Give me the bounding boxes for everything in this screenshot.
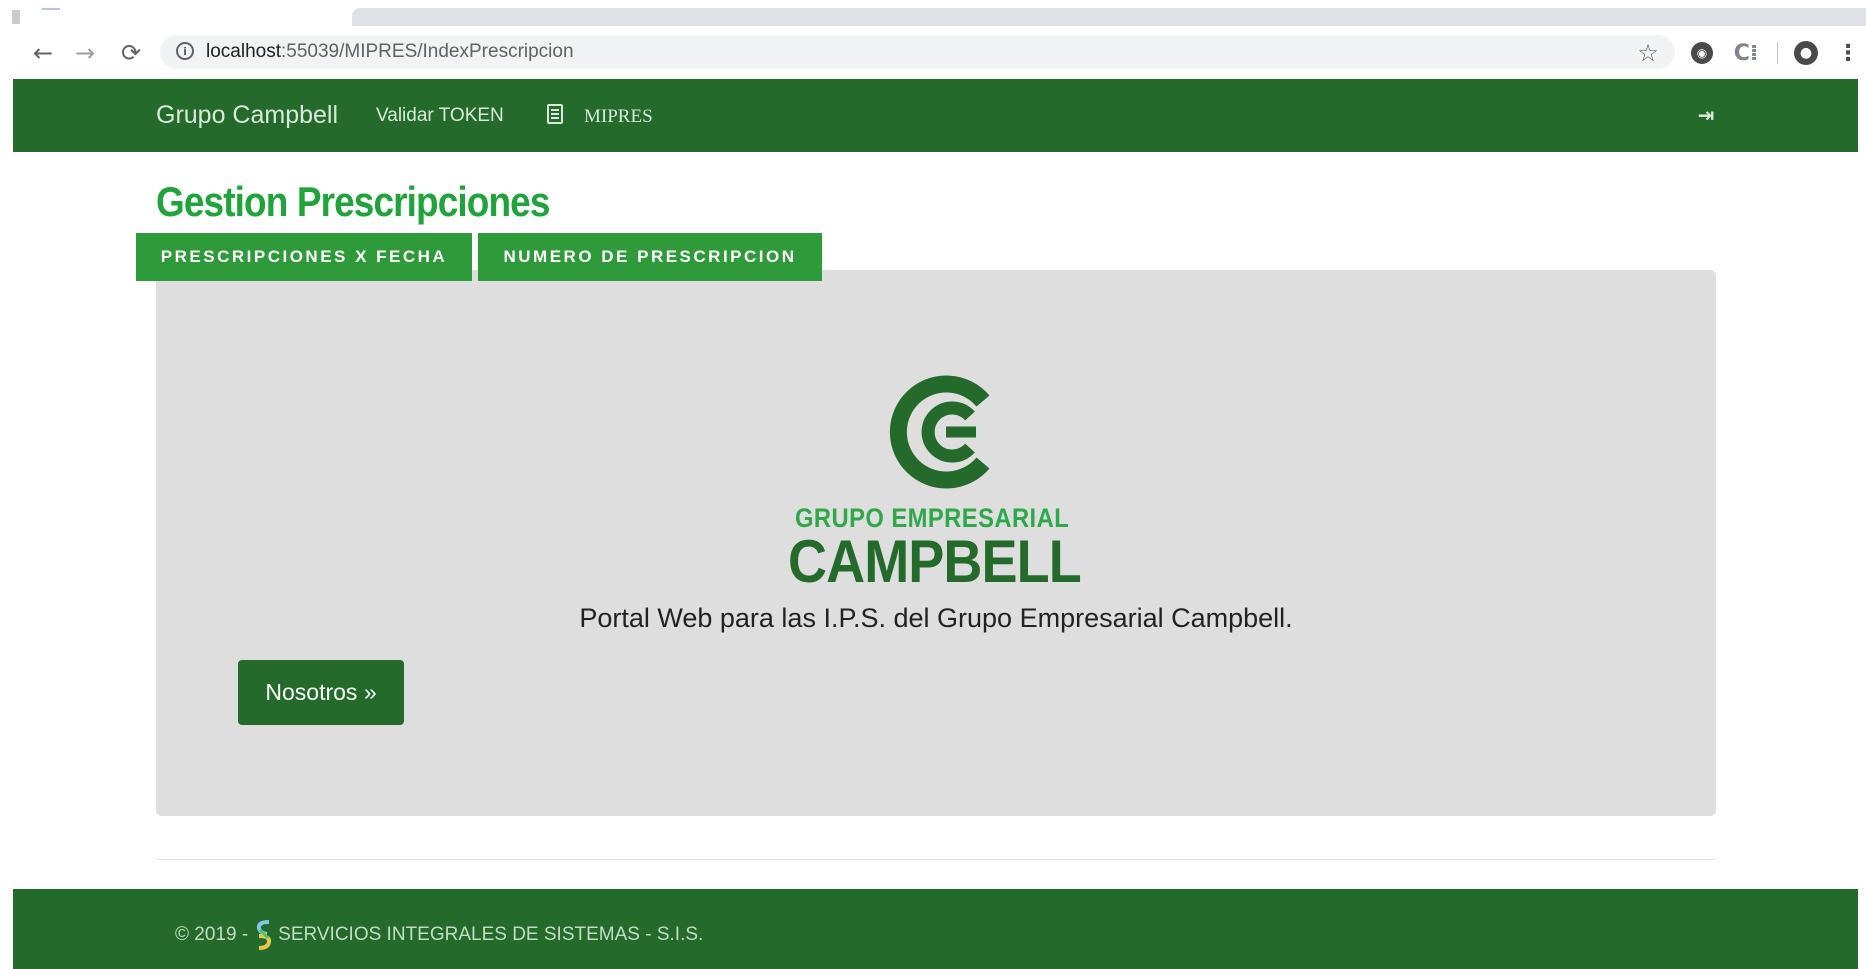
back-icon[interactable]: ← <box>28 38 58 68</box>
logo-title: CAMPBELL <box>788 528 1082 595</box>
navbar-brand[interactable]: Grupo Campbell <box>156 101 338 130</box>
forward-icon[interactable]: → <box>70 38 100 68</box>
extension-icon[interactable]: ◉ <box>1689 38 1715 68</box>
profile-icon[interactable]: ● <box>1792 38 1820 68</box>
logout-icon[interactable]: ⇥ <box>1694 103 1718 127</box>
tab-prescripciones-x-fecha[interactable]: PRESCRIPCIONES X FECHA <box>136 233 472 281</box>
copyright-text: © 2019 - <box>175 924 249 945</box>
document-list-icon <box>547 104 563 124</box>
address-url[interactable]: localhost:55039/MIPRES/IndexPrescripcion <box>206 41 574 63</box>
star-icon[interactable]: ☆ <box>1633 38 1663 68</box>
tab-numero-de-prescripcion[interactable]: NUMERO DE PRESCRIPCION <box>478 233 822 281</box>
browser-tab[interactable] <box>352 8 1866 26</box>
sis-logo-icon <box>257 920 272 950</box>
footer-divider <box>156 859 1716 860</box>
menu-icon[interactable]: ⋮ <box>1836 38 1860 68</box>
toolbar-divider <box>1777 42 1778 64</box>
footer-text: © 2019 - SERVICIOS INTEGRALES DE SISTEMA… <box>175 918 703 952</box>
page-title: Gestion Prescripciones <box>156 178 550 225</box>
nosotros-button[interactable]: Nosotros » <box>238 660 404 725</box>
footer-company: SERVICIOS INTEGRALES DE SISTEMAS - S.I.S… <box>278 924 704 945</box>
url-path: :55039/MIPRES/IndexPrescripcion <box>281 41 574 62</box>
reload-icon[interactable]: ⟳ <box>116 38 146 68</box>
url-host: localhost <box>206 41 281 62</box>
jumbotron-lead: Portal Web para las I.P.S. del Grupo Emp… <box>579 603 1293 633</box>
browser-tab-strip <box>0 0 1866 30</box>
tab-favicon <box>12 10 20 24</box>
tab-title-fragment <box>42 8 60 10</box>
nav-mipres[interactable]: MIPRES <box>584 106 653 128</box>
nav-validar-token[interactable]: Validar TOKEN <box>376 105 504 127</box>
extension-c-icon[interactable]: C⁞ <box>1731 38 1761 68</box>
info-icon[interactable]: i <box>176 42 194 60</box>
